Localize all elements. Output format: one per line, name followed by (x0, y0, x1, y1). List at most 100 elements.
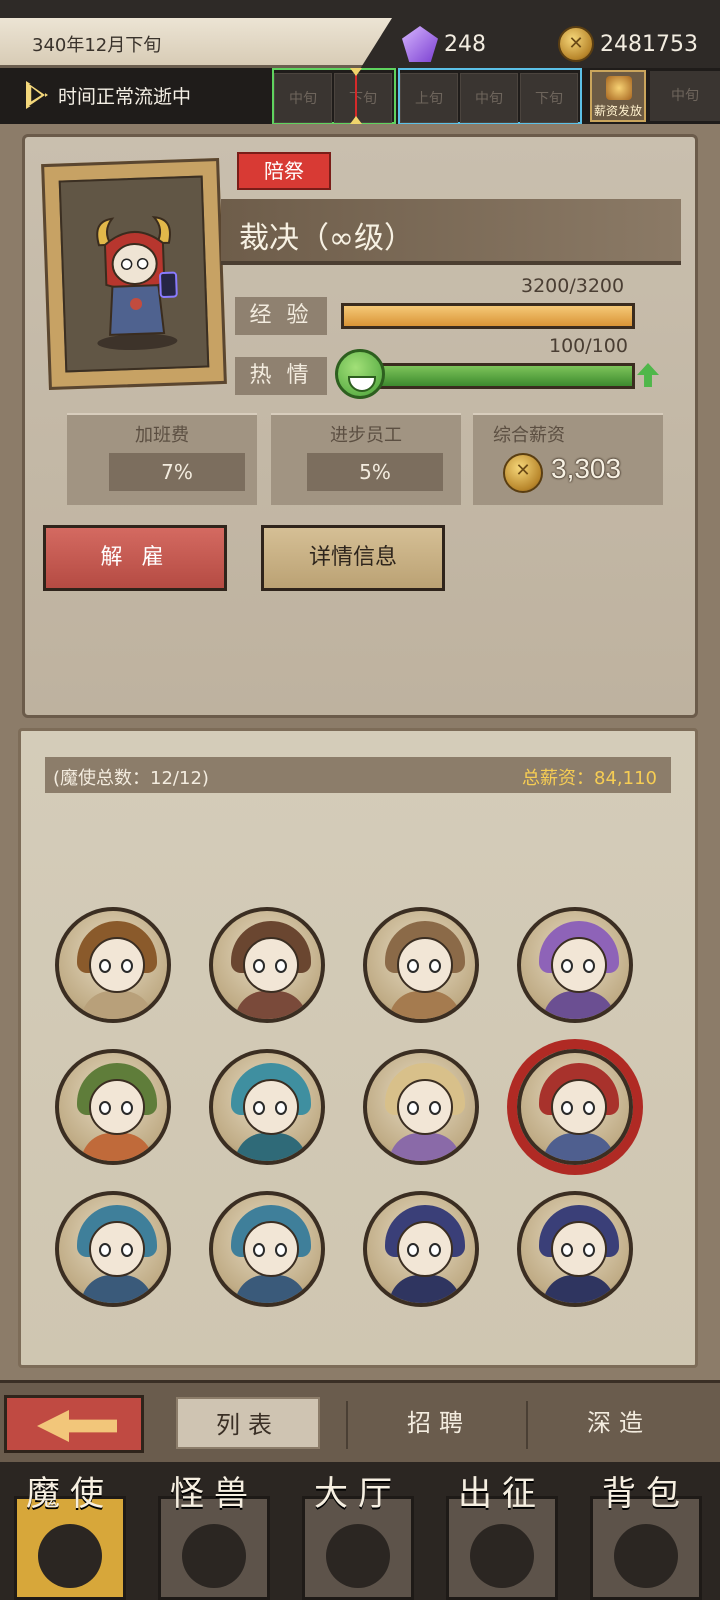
avatar-eye (275, 1101, 287, 1115)
nav-item-monster[interactable]: 怪兽 (144, 1462, 284, 1600)
avatar-eye (583, 959, 595, 973)
avatar-face (551, 1221, 607, 1277)
total-salary: 总薪资：84,110 (522, 768, 657, 789)
progress-value: 5% (307, 453, 443, 491)
avatar-eye (275, 959, 287, 973)
avatar-blue-hood-1[interactable] (55, 1191, 171, 1307)
avatar-face (397, 1221, 453, 1277)
avatar-eye (429, 1243, 441, 1257)
monster-icon (182, 1524, 246, 1588)
nav-item-mage[interactable]: 魔使 (0, 1462, 140, 1600)
back-button[interactable] (4, 1395, 144, 1453)
avatar-dark-hood-1[interactable] (363, 1191, 479, 1307)
avatar-eye (121, 959, 133, 973)
date-banner: 340年12月下旬 (0, 18, 392, 68)
nav-item-expedition[interactable]: 出征 (432, 1462, 572, 1600)
avatar-face (89, 1221, 145, 1277)
employee-portrait (58, 175, 210, 373)
sub-tab-bar: 列表 招聘 深造 (0, 1380, 720, 1462)
tab-forge[interactable]: 深造 (546, 1397, 692, 1449)
back-arrow-icon (37, 1410, 117, 1442)
timeline-slot: 中旬 (460, 73, 518, 123)
avatar-body (543, 1275, 615, 1303)
payday-label: 薪资发放 (593, 104, 642, 118)
details-button[interactable]: 详情信息 (261, 525, 445, 591)
roster-count: (魔使总数：12/12) (53, 768, 209, 789)
avatar-body (389, 1275, 461, 1303)
time-status[interactable]: 时间正常流逝中 (26, 81, 191, 109)
avatar-red-hood[interactable] (517, 1049, 633, 1165)
payday-chest-icon (606, 76, 632, 100)
fire-button[interactable]: 解 雇 (43, 525, 227, 591)
smiley-face-icon (335, 349, 385, 399)
up-arrow-icon (637, 363, 659, 387)
crystal-icon (402, 26, 438, 62)
time-status-label: 时间正常流逝中 (58, 85, 192, 108)
avatar-purple-hood[interactable] (517, 907, 633, 1023)
role-tag: 陪祭 (237, 152, 331, 190)
nav-item-hall[interactable]: 大厅 (288, 1462, 428, 1600)
avatar-eye (407, 1243, 419, 1257)
employee-name: 裁决（∞级） (239, 221, 414, 256)
avatar-body (235, 1275, 307, 1303)
gold-coin-icon (503, 453, 543, 493)
play-icon (26, 81, 48, 109)
avatar-eye (407, 959, 419, 973)
current-date: 340年12月下旬 (32, 35, 162, 56)
gold-coin-icon (558, 26, 594, 62)
avatar-eye (561, 959, 573, 973)
avatar-eye (99, 959, 111, 973)
tab-list[interactable]: 列表 (176, 1397, 320, 1449)
avatar-witch-hat[interactable] (55, 907, 171, 1023)
timeline-slot: 中旬 (274, 73, 332, 123)
employee-card: 陪祭 裁决（∞级） 经 验 3200/3200 热 情 100/100 加班费 … (22, 134, 698, 718)
gem-amount: 248 (444, 31, 486, 57)
tab-divider (346, 1401, 348, 1449)
avatar-eye (99, 1101, 111, 1115)
gold-counter[interactable]: 2481753 (558, 26, 698, 62)
avatar-eye (121, 1243, 133, 1257)
avatar-teal-horns[interactable] (209, 1049, 325, 1165)
avatar-body (81, 1133, 153, 1161)
avatar-tan-horns[interactable] (363, 907, 479, 1023)
progress-stat: 进步员工 5% (271, 413, 461, 505)
nav-item-backpack[interactable]: 背包 (576, 1462, 716, 1600)
avatar-face (551, 1079, 607, 1135)
overtime-value: 7% (109, 453, 245, 491)
nav-label: 怪兽 (170, 1474, 258, 1514)
main-nav: 魔使 怪兽 大厅 出征 背包 (0, 1462, 720, 1600)
overtime-label: 加班费 (135, 425, 189, 446)
tab-recruit[interactable]: 招聘 (366, 1397, 512, 1449)
avatar-face (243, 937, 299, 993)
gem-counter[interactable]: 248 (402, 26, 486, 62)
progress-label: 进步员工 (330, 425, 402, 446)
avatar-face (243, 1079, 299, 1135)
avatar-eye (561, 1243, 573, 1257)
avatar-eye (429, 1101, 441, 1115)
overtime-stat: 加班费 7% (67, 413, 257, 505)
hall-icon (326, 1524, 390, 1588)
avatar-purple-horns[interactable] (363, 1049, 479, 1165)
passion-bar (365, 363, 635, 389)
timeline-prev-month: 中旬 下旬 (272, 68, 396, 124)
avatar-frog-hood[interactable] (55, 1049, 171, 1165)
avatar-dark-hood-2[interactable] (517, 1191, 633, 1307)
exp-value: 3200/3200 (521, 275, 625, 297)
nav-label: 出征 (458, 1474, 546, 1514)
avatar-face (551, 937, 607, 993)
gold-amount: 2481753 (600, 31, 698, 57)
employee-portrait-image (96, 216, 178, 351)
nav-label: 大厅 (314, 1474, 402, 1514)
payday-event[interactable]: 薪资发放 (590, 70, 646, 122)
avatar-blue-hood-2[interactable] (209, 1191, 325, 1307)
roster-grid (55, 907, 675, 1327)
roster-summary: (魔使总数：12/12) 总薪资：84,110 (45, 757, 671, 793)
timeline-next-month: 上旬 中旬 下旬 (398, 68, 582, 124)
avatar-eye (407, 1101, 419, 1115)
timeline-slot: 上旬 (400, 73, 458, 123)
avatar-brown-horns[interactable] (209, 907, 325, 1023)
portrait-frame (41, 157, 227, 391)
employee-name-bar: 裁决（∞级） (221, 199, 681, 265)
avatar-body (235, 1133, 307, 1161)
avatar-face (89, 937, 145, 993)
